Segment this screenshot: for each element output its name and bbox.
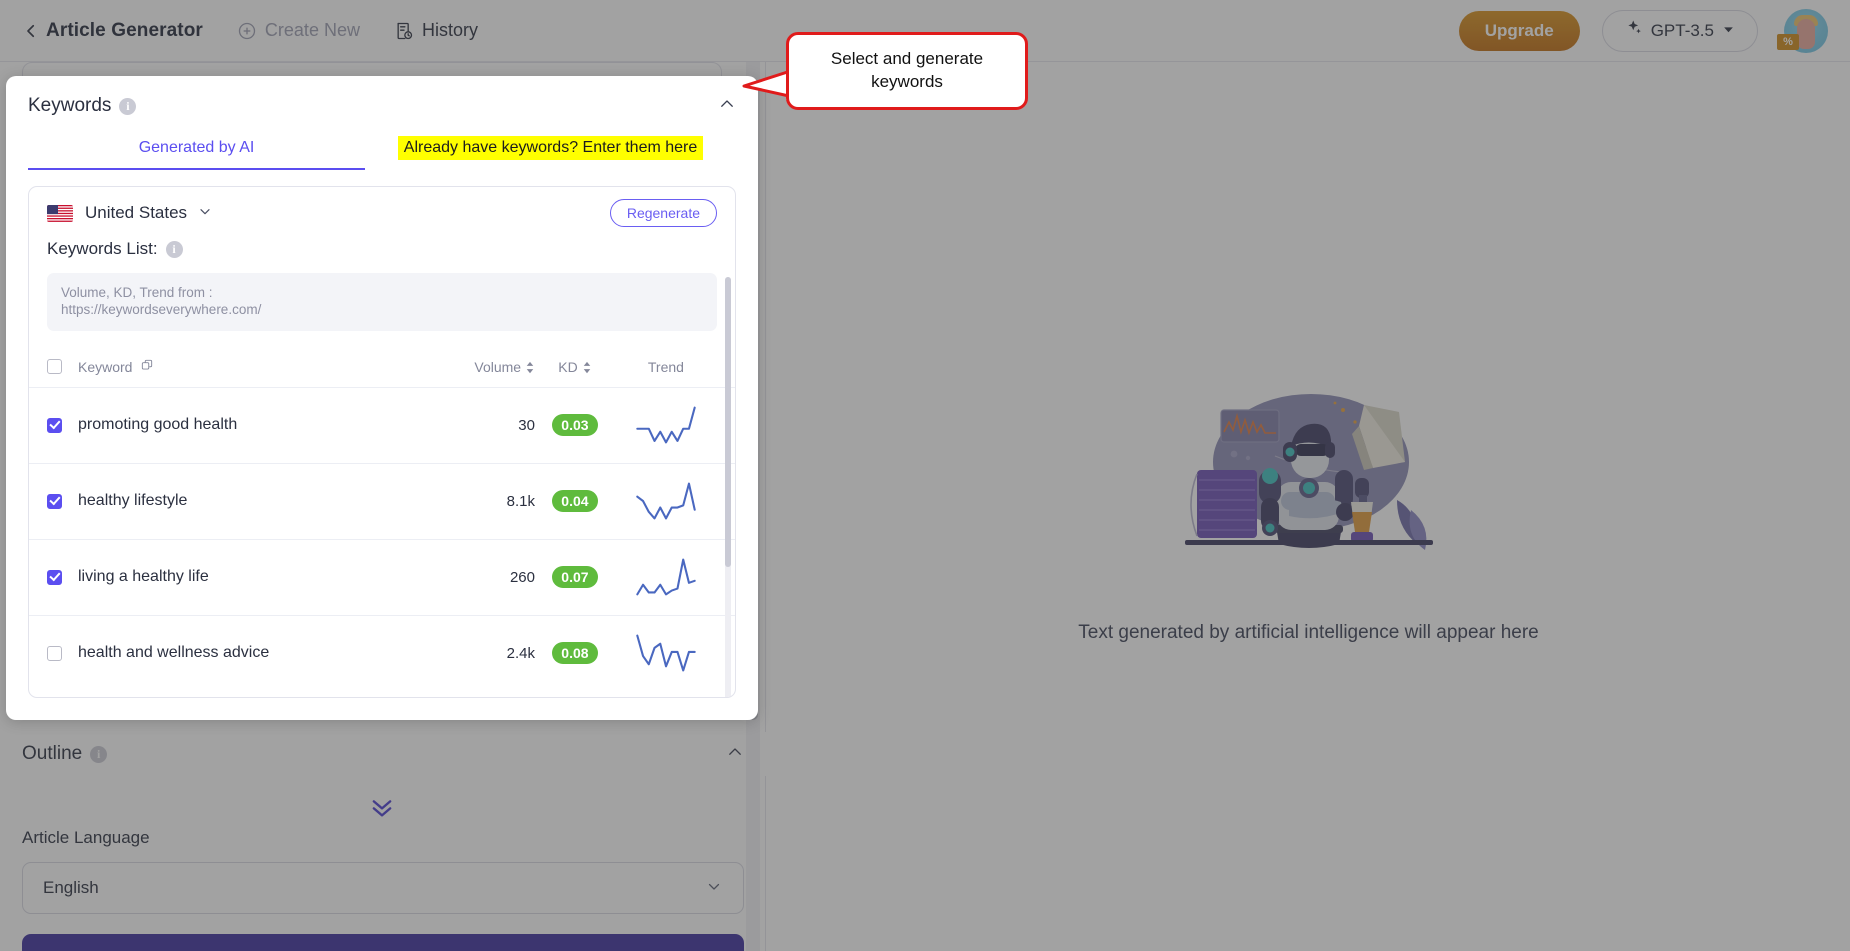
cell-keyword: living a healthy life <box>78 568 209 586</box>
copy-icon[interactable] <box>140 358 154 375</box>
tab-generated-by-ai-label: Generated by AI <box>138 139 255 156</box>
trend-sparkline <box>636 482 696 520</box>
data-source-note-line1: Volume, KD, Trend from : <box>61 285 213 300</box>
cell-kd: 0.07 <box>535 566 615 589</box>
tab-enter-keywords[interactable]: Already have keywords? Enter them here <box>365 128 736 170</box>
cell-kd: 0.08 <box>535 642 615 665</box>
keywords-table-body: promoting good health 30 0.03 healthy lifes… <box>29 386 735 691</box>
keywords-list-scrollbar-thumb[interactable] <box>725 277 731 567</box>
keywords-title: Keywords <box>28 95 112 116</box>
table-row[interactable]: promoting good health 30 0.03 <box>29 386 735 463</box>
keywords-list-info-icon[interactable]: i <box>165 240 183 258</box>
callout-bubble: Select and generate keywords <box>786 32 1028 110</box>
column-header-volume-label: Volume <box>474 358 522 375</box>
regenerate-button[interactable]: Regenerate <box>609 199 717 227</box>
row-checkbox[interactable] <box>47 417 62 433</box>
keywords-info-icon[interactable]: i <box>119 97 137 115</box>
cell-keyword: promoting good health <box>78 416 238 434</box>
country-name: United States <box>85 203 188 222</box>
tab-enter-keywords-label: Already have keywords? Enter them here <box>397 136 704 160</box>
data-source-note-line2: https://keywordseverywhere.com/ <box>61 301 262 317</box>
keywords-card: United States Regenerate Keywords List: … <box>28 186 736 698</box>
select-all-checkbox[interactable] <box>47 359 62 375</box>
cell-trend <box>615 633 717 673</box>
column-header-kd[interactable]: KD <box>535 359 615 375</box>
cell-volume: 260 <box>509 568 535 586</box>
cell-trend <box>615 481 717 521</box>
cell-kd: 0.03 <box>535 414 615 437</box>
keywords-list-label-row: Keywords List: i <box>29 239 735 259</box>
cell-trend <box>615 557 717 597</box>
row-checkbox[interactable] <box>47 493 62 509</box>
cell-volume: 8.1k <box>506 492 535 510</box>
data-source-note: Volume, KD, Trend from : https://keyword… <box>47 273 717 331</box>
keywords-list-label: Keywords List: <box>47 239 158 258</box>
column-header-trend: Trend <box>647 358 684 375</box>
chevron-down-icon[interactable] <box>197 203 213 224</box>
row-checkbox[interactable] <box>47 569 62 585</box>
column-header-volume[interactable]: Volume <box>433 359 535 375</box>
keywords-panel: Keywords i Generated by AI Already have … <box>6 76 758 720</box>
table-row[interactable]: health and wellness advice 2.4k 0.08 <box>29 614 735 691</box>
column-header-keyword: Keyword <box>62 358 433 375</box>
keywords-table-header: Keyword Volume KD Trend <box>29 347 735 387</box>
cell-keyword: health and wellness advice <box>78 644 270 662</box>
keywords-collapse-icon[interactable] <box>718 95 736 118</box>
kd-badge: 0.08 <box>552 642 598 665</box>
kd-badge: 0.04 <box>552 490 598 513</box>
column-header-keyword-label: Keyword <box>78 358 133 375</box>
cell-volume: 2.4k <box>506 644 535 662</box>
keywords-panel-header: Keywords i <box>28 76 736 128</box>
callout-text: Select and generate keywords <box>830 49 984 91</box>
kd-badge: 0.07 <box>552 566 598 589</box>
sort-icon[interactable] <box>582 359 592 375</box>
tab-generated-by-ai[interactable]: Generated by AI <box>28 128 366 170</box>
keywords-tabs: Generated by AI Already have keywords? E… <box>28 128 736 170</box>
column-header-kd-label: KD <box>558 358 578 375</box>
row-checkbox[interactable] <box>47 645 62 661</box>
us-flag-icon <box>47 204 73 222</box>
trend-sparkline <box>636 558 696 596</box>
trend-sparkline <box>636 634 696 672</box>
screen-root: Article Generator Create New History Upg… <box>0 0 1850 951</box>
cell-kd: 0.04 <box>535 490 615 513</box>
table-row[interactable]: living a healthy life 260 0.07 <box>29 538 735 615</box>
table-row[interactable]: healthy lifestyle 8.1k 0.04 <box>29 462 735 539</box>
sort-icon[interactable] <box>525 359 535 375</box>
cell-trend <box>615 405 717 445</box>
kd-badge: 0.03 <box>552 414 598 437</box>
trend-sparkline <box>636 406 696 444</box>
cell-keyword: healthy lifestyle <box>78 492 188 510</box>
cell-volume: 30 <box>518 416 535 434</box>
country-selector-row: United States Regenerate <box>29 187 735 239</box>
